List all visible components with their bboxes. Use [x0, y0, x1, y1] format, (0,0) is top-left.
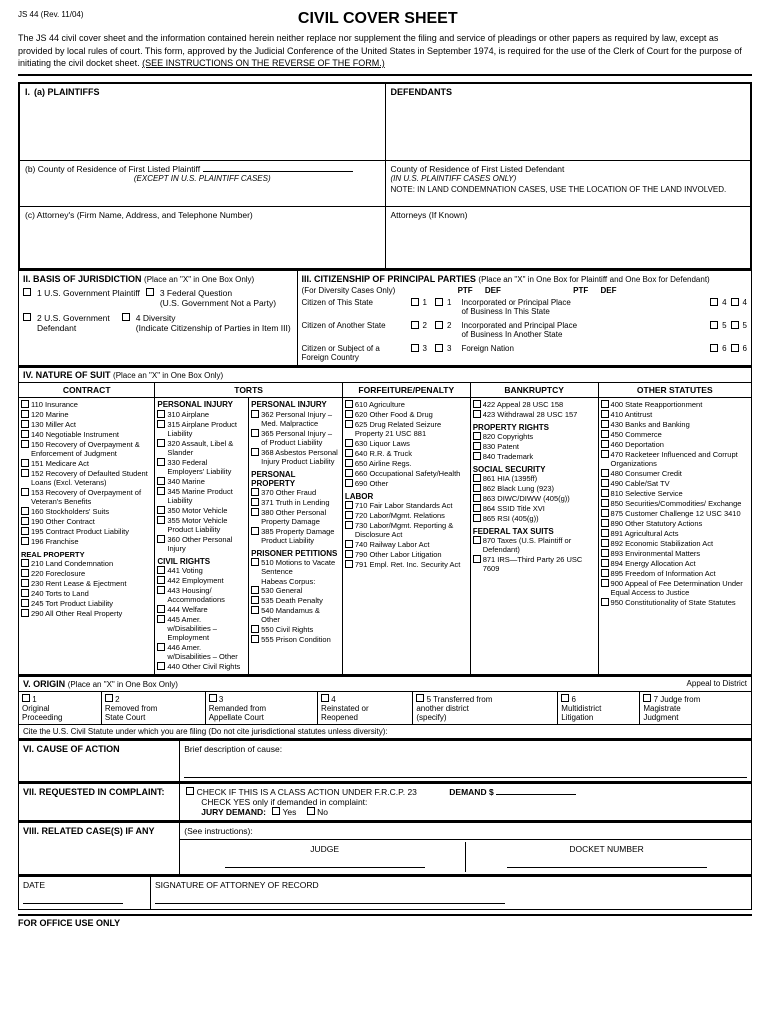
origin-6: 6MultidistrictLitigation [558, 691, 640, 724]
col-other-statutes: OTHER STATUTES [598, 382, 751, 397]
brief-description-label: Brief description of cause: [184, 744, 747, 754]
other-statutes-column: 400 State Reapportionment 410 Antitrust … [598, 397, 751, 674]
section-iv-table: IV. NATURE OF SUIT (Place an "X" in One … [18, 366, 752, 675]
jurisdiction-option-1: 1 U.S. Government Plaintiff 3 Federal Qu… [23, 288, 293, 308]
torts-pp-column: PERSONAL INJURY 362 Personal Injury – Me… [249, 397, 343, 674]
attorneys-if-known: Attorneys (If Known) [391, 210, 746, 220]
col-forfeiture: FORFEITURE/PENALTY [342, 382, 470, 397]
origin-3: 3Remanded fromAppellate Court [205, 691, 317, 724]
prisoner-petitions-header: PRISONER PETITIONS [251, 549, 340, 558]
social-security-header: SOCIAL SECURITY [473, 465, 596, 474]
section-i-label: I. [25, 87, 30, 97]
contract-column: 110 Insurance 120 Marine 130 Miller Act … [19, 397, 155, 674]
federal-tax-header: FEDERAL TAX SUITS [473, 527, 596, 536]
section-i-table: I. (a) PLAINTIFFS DEFENDANTS (b) County … [18, 82, 752, 269]
col-torts: TORTS [155, 382, 343, 397]
section-vi-table: VI. CAUSE OF ACTION Brief description of… [18, 739, 752, 782]
bankruptcy-column: 422 Appeal 28 USC 158 423 Withdrawal 28 … [470, 397, 598, 674]
real-property-header: REAL PROPERTY [21, 550, 152, 559]
defendants-label: DEFENDANTS [391, 87, 453, 97]
judge-docket-table: JUDGE DOCKET NUMBER [184, 842, 747, 872]
land-note: NOTE: IN LAND CONDEMNATION CASES, USE TH… [391, 185, 746, 194]
section-vii-label: VII. REQUESTED IN COMPLAINT: [23, 787, 165, 797]
forfeiture-column: 610 Agriculture 620 Other Food & Drug 62… [342, 397, 470, 674]
plaintiffs-label: (a) PLAINTIFFS [34, 87, 100, 97]
section-viii-label: VIII. RELATED CASE(S) IF ANY [23, 826, 155, 836]
personal-property-header: PERSONAL PROPERTY [251, 470, 340, 488]
checkbox-1[interactable] [23, 288, 31, 296]
form-id: JS 44 (Rev. 11/04) [18, 10, 84, 19]
checkbox-3[interactable] [146, 288, 154, 296]
demand-label: DEMAND $ [449, 787, 576, 797]
page-header: JS 44 (Rev. 11/04) CIVIL COVER SHEET [18, 10, 752, 28]
main-title: CIVIL COVER SHEET [84, 10, 672, 28]
section-ii-iii-table: II. BASIS OF JURISDICTION (Place an "X" … [18, 269, 752, 366]
for-office-use: FOR OFFICE USE ONLY [18, 914, 752, 928]
jurisdiction-option-2: 2 U.S. GovernmentDefendant 4 Diversity(I… [23, 313, 293, 333]
section-viii-table: VIII. RELATED CASE(S) IF ANY (See instru… [18, 821, 752, 875]
citizenship-row-3: Citizen or Subject of aForeign Country 3… [302, 344, 747, 362]
cite-statute: Cite the U.S. Civil Statute under which … [19, 724, 752, 738]
origin-2: 2Removed fromState Court [101, 691, 205, 724]
labor-header: LABOR [345, 492, 468, 501]
civil-rights-header: CIVIL RIGHTS [157, 557, 246, 566]
col-bankruptcy: BANKRUPTCY [470, 382, 598, 397]
intro-text: The JS 44 civil cover sheet and the info… [18, 32, 752, 76]
class-action-check: CHECK IF THIS IS A CLASS ACTION UNDER F.… [186, 787, 419, 797]
county-defendant-label: County of Residence of First Listed Defe… [391, 164, 746, 174]
section-vii-table: VII. REQUESTED IN COMPLAINT: CHECK IF TH… [18, 782, 752, 821]
property-rights-header: PROPERTY RIGHTS [473, 423, 596, 432]
jury-demand-section: CHECK YES only if demanded in complaint:… [201, 797, 367, 817]
signature-table: DATE SIGNATURE OF ATTORNEY OF RECORD [18, 875, 752, 910]
citizenship-row-1: Citizen of This State 1 1 Incorporated o… [302, 298, 747, 316]
judge-label: JUDGE [184, 842, 465, 872]
date-field: DATE [19, 876, 151, 910]
torts-pi-column: PERSONAL INJURY 310 Airplane 315 Airplan… [155, 397, 249, 674]
origin-1: 1OriginalProceeding [19, 691, 102, 724]
origin-5: 5 Transferred fromanother district(speci… [413, 691, 558, 724]
citizenship-row-2: Citizen of Another State 2 2 Incorporate… [302, 321, 747, 339]
county-plaintiff-label: (b) County of Residence of First Listed … [25, 164, 380, 174]
origin-7: 7 Judge fromMagistrateJudgment [640, 691, 752, 724]
col-contract: CONTRACT [19, 382, 155, 397]
checkbox-4[interactable] [122, 313, 130, 321]
checkbox-2[interactable] [23, 313, 31, 321]
origin-4: 4Reinstated orReopened [318, 691, 413, 724]
attorney-label: (c) Attorney's (Firm Name, Address, and … [25, 210, 380, 220]
docket-number-label: DOCKET NUMBER [466, 842, 747, 872]
section-v-table: V. ORIGIN (Place an "X" in One Box Only)… [18, 675, 752, 739]
signature-field: SIGNATURE OF ATTORNEY OF RECORD [150, 876, 751, 910]
